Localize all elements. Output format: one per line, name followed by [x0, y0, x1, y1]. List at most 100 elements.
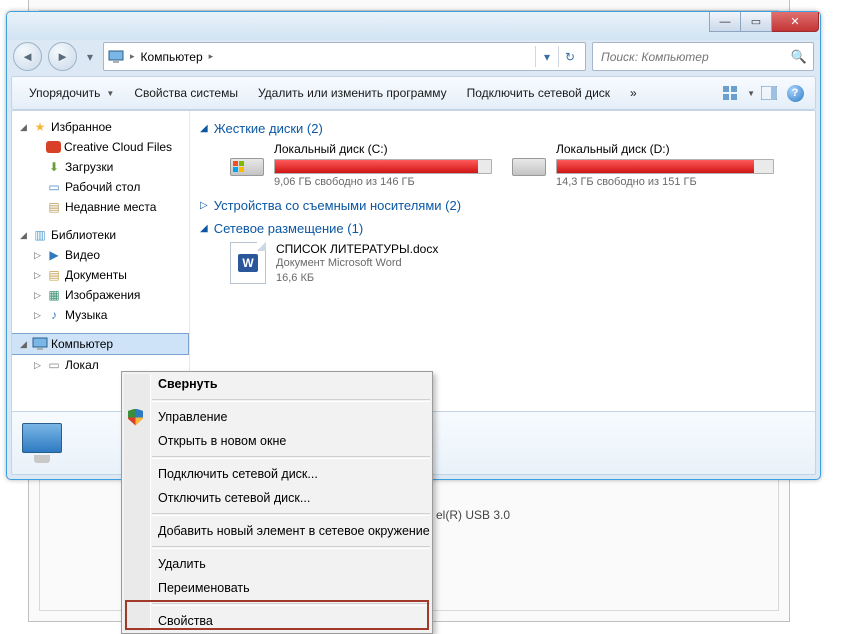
file-type: Документ Microsoft Word	[276, 256, 438, 271]
drive-name: Локальный диск (D:)	[556, 142, 772, 156]
desktop-icon: ▭	[46, 179, 62, 195]
search-box[interactable]: 🔍	[592, 42, 814, 71]
ctx-item-delete[interactable]: Удалить	[122, 552, 432, 576]
search-icon[interactable]: 🔍	[791, 49, 807, 65]
drive-c[interactable]: Локальный диск (C:) 9,06 ГБ свободно из …	[230, 142, 490, 188]
images-icon: ▦	[46, 287, 62, 303]
sidebar-item-label: Видео	[65, 248, 100, 262]
chevron-right-icon[interactable]: ▸	[207, 51, 216, 62]
computer-icon	[108, 49, 124, 65]
sidebar-item-label: Компьютер	[51, 337, 113, 351]
titlebar[interactable]: — ▭ ✕	[7, 12, 820, 40]
drive-subtext: 14,3 ГБ свободно из 151 ГБ	[556, 176, 772, 188]
capacity-bar	[274, 159, 492, 174]
search-input[interactable]	[599, 49, 791, 65]
sidebar-item-computer[interactable]: ◢ Компьютер	[12, 333, 189, 355]
expand-icon[interactable]: ▷	[200, 200, 208, 211]
context-menu-separator	[152, 456, 430, 459]
close-button[interactable]: ✕	[772, 12, 819, 32]
collapse-icon[interactable]: ◢	[18, 339, 29, 350]
uninstall-program-button[interactable]: Удалить или изменить программу	[249, 82, 456, 104]
view-options-button[interactable]	[719, 81, 743, 105]
usb-peek-text: el(R) USB 3.0	[436, 508, 510, 522]
section-header-hdd[interactable]: ◢ Жесткие диски (2)	[200, 121, 805, 136]
word-document-icon: W	[230, 242, 266, 284]
expand-icon[interactable]: ▷	[32, 290, 43, 301]
sidebar-item-label: Creative Cloud Files	[64, 140, 172, 154]
sidebar-item-downloads[interactable]: ⬇ Загрузки	[12, 157, 189, 177]
breadcrumb-location[interactable]: Компьютер	[141, 50, 203, 64]
ctx-item-unmap-drive[interactable]: Отключить сетевой диск...	[122, 486, 432, 510]
file-size: 16,6 КБ	[276, 271, 438, 286]
disk-icon: ▭	[46, 357, 62, 373]
libraries-icon: ▥	[32, 227, 48, 243]
context-menu-separator	[152, 546, 430, 549]
ctx-item-open-new-window[interactable]: Открыть в новом окне	[122, 429, 432, 453]
view-icon	[722, 85, 740, 101]
sidebar-item-creative-cloud[interactable]: Creative Cloud Files	[12, 137, 189, 157]
collapse-icon[interactable]: ◢	[200, 123, 208, 134]
sidebar-item-label: Музыка	[65, 308, 107, 322]
section-title: Сетевое размещение (1)	[214, 221, 363, 236]
toolbar: Упорядочить▼ Свойства системы Удалить ил…	[11, 76, 816, 110]
windows-logo-icon	[233, 161, 245, 172]
section-header-network[interactable]: ◢ Сетевое размещение (1)	[200, 221, 805, 236]
sidebar-item-label: Недавние места	[65, 200, 156, 214]
ctx-item-collapse[interactable]: Свернуть	[122, 372, 432, 396]
collapse-icon[interactable]: ◢	[18, 230, 29, 241]
expand-icon[interactable]: ▷	[32, 360, 43, 371]
collapse-icon[interactable]: ◢	[18, 122, 29, 133]
maximize-button[interactable]: ▭	[741, 12, 772, 32]
context-menu-separator	[152, 399, 430, 402]
ctx-item-add-network-place[interactable]: Добавить новый элемент в сетевое окружен…	[122, 519, 432, 543]
breadcrumb[interactable]: ▸ Компьютер ▸ ▾ ↻	[103, 42, 586, 71]
documents-icon: ▤	[46, 267, 62, 283]
drive-name: Локальный диск (C:)	[274, 142, 490, 156]
file-item-docx[interactable]: W СПИСОК ЛИТЕРАТУРЫ.docx Документ Micros…	[230, 242, 805, 287]
preview-pane-button[interactable]	[757, 81, 781, 105]
context-menu-separator	[152, 603, 430, 606]
nav-forward-button[interactable]: ►	[48, 42, 77, 71]
nav-back-button[interactable]: ◄	[13, 42, 42, 71]
chevron-down-icon[interactable]: ▼	[747, 89, 755, 98]
ctx-item-rename[interactable]: Переименовать	[122, 576, 432, 600]
system-properties-button[interactable]: Свойства системы	[125, 82, 247, 104]
sidebar-item-music[interactable]: ▷♪ Музыка	[12, 305, 189, 325]
ctx-item-manage[interactable]: Управление	[122, 405, 432, 429]
section-header-removable[interactable]: ▷ Устройства со съемными носителями (2)	[200, 198, 805, 213]
sidebar-item-label: Избранное	[51, 120, 112, 134]
sidebar-item-documents[interactable]: ▷▤ Документы	[12, 265, 189, 285]
sidebar-item-label: Загрузки	[65, 160, 113, 174]
sidebar-item-recent[interactable]: ▤ Недавние места	[12, 197, 189, 217]
toolbar-overflow-button[interactable]: »	[621, 82, 646, 104]
sidebar-item-desktop[interactable]: ▭ Рабочий стол	[12, 177, 189, 197]
recent-icon: ▤	[46, 199, 62, 215]
creative-cloud-icon	[46, 141, 61, 153]
nav-history-dropdown[interactable]: ▾	[83, 42, 97, 71]
ctx-item-properties[interactable]: Свойства	[122, 609, 432, 633]
organize-menu[interactable]: Упорядочить▼	[20, 82, 123, 104]
sidebar-item-video[interactable]: ▷▶ Видео	[12, 245, 189, 265]
minimize-button[interactable]: —	[709, 12, 741, 32]
sidebar-item-favorites[interactable]: ◢ ★ Избранное	[12, 117, 189, 137]
expand-icon[interactable]: ▷	[32, 250, 43, 261]
map-network-drive-button[interactable]: Подключить сетевой диск	[458, 82, 619, 104]
expand-icon[interactable]: ▷	[32, 270, 43, 281]
capacity-bar	[556, 159, 774, 174]
expand-icon[interactable]: ▷	[32, 310, 43, 321]
computer-large-icon	[20, 423, 64, 463]
help-button[interactable]: ?	[783, 81, 807, 105]
ctx-item-map-drive[interactable]: Подключить сетевой диск...	[122, 462, 432, 486]
sidebar-item-libraries[interactable]: ◢ ▥ Библиотеки	[12, 225, 189, 245]
drive-d[interactable]: Локальный диск (D:) 14,3 ГБ свободно из …	[512, 142, 772, 188]
breadcrumb-dropdown[interactable]: ▾	[535, 46, 558, 67]
sidebar-item-label: Документы	[65, 268, 127, 282]
sidebar-item-label: Рабочий стол	[65, 180, 140, 194]
drive-subtext: 9,06 ГБ свободно из 146 ГБ	[274, 176, 490, 188]
sidebar-item-images[interactable]: ▷▦ Изображения	[12, 285, 189, 305]
sidebar-item-label: Изображения	[65, 288, 140, 302]
section-title: Устройства со съемными носителями (2)	[214, 198, 461, 213]
refresh-button[interactable]: ↻	[558, 46, 581, 67]
video-icon: ▶	[46, 247, 62, 263]
collapse-icon[interactable]: ◢	[200, 223, 208, 234]
